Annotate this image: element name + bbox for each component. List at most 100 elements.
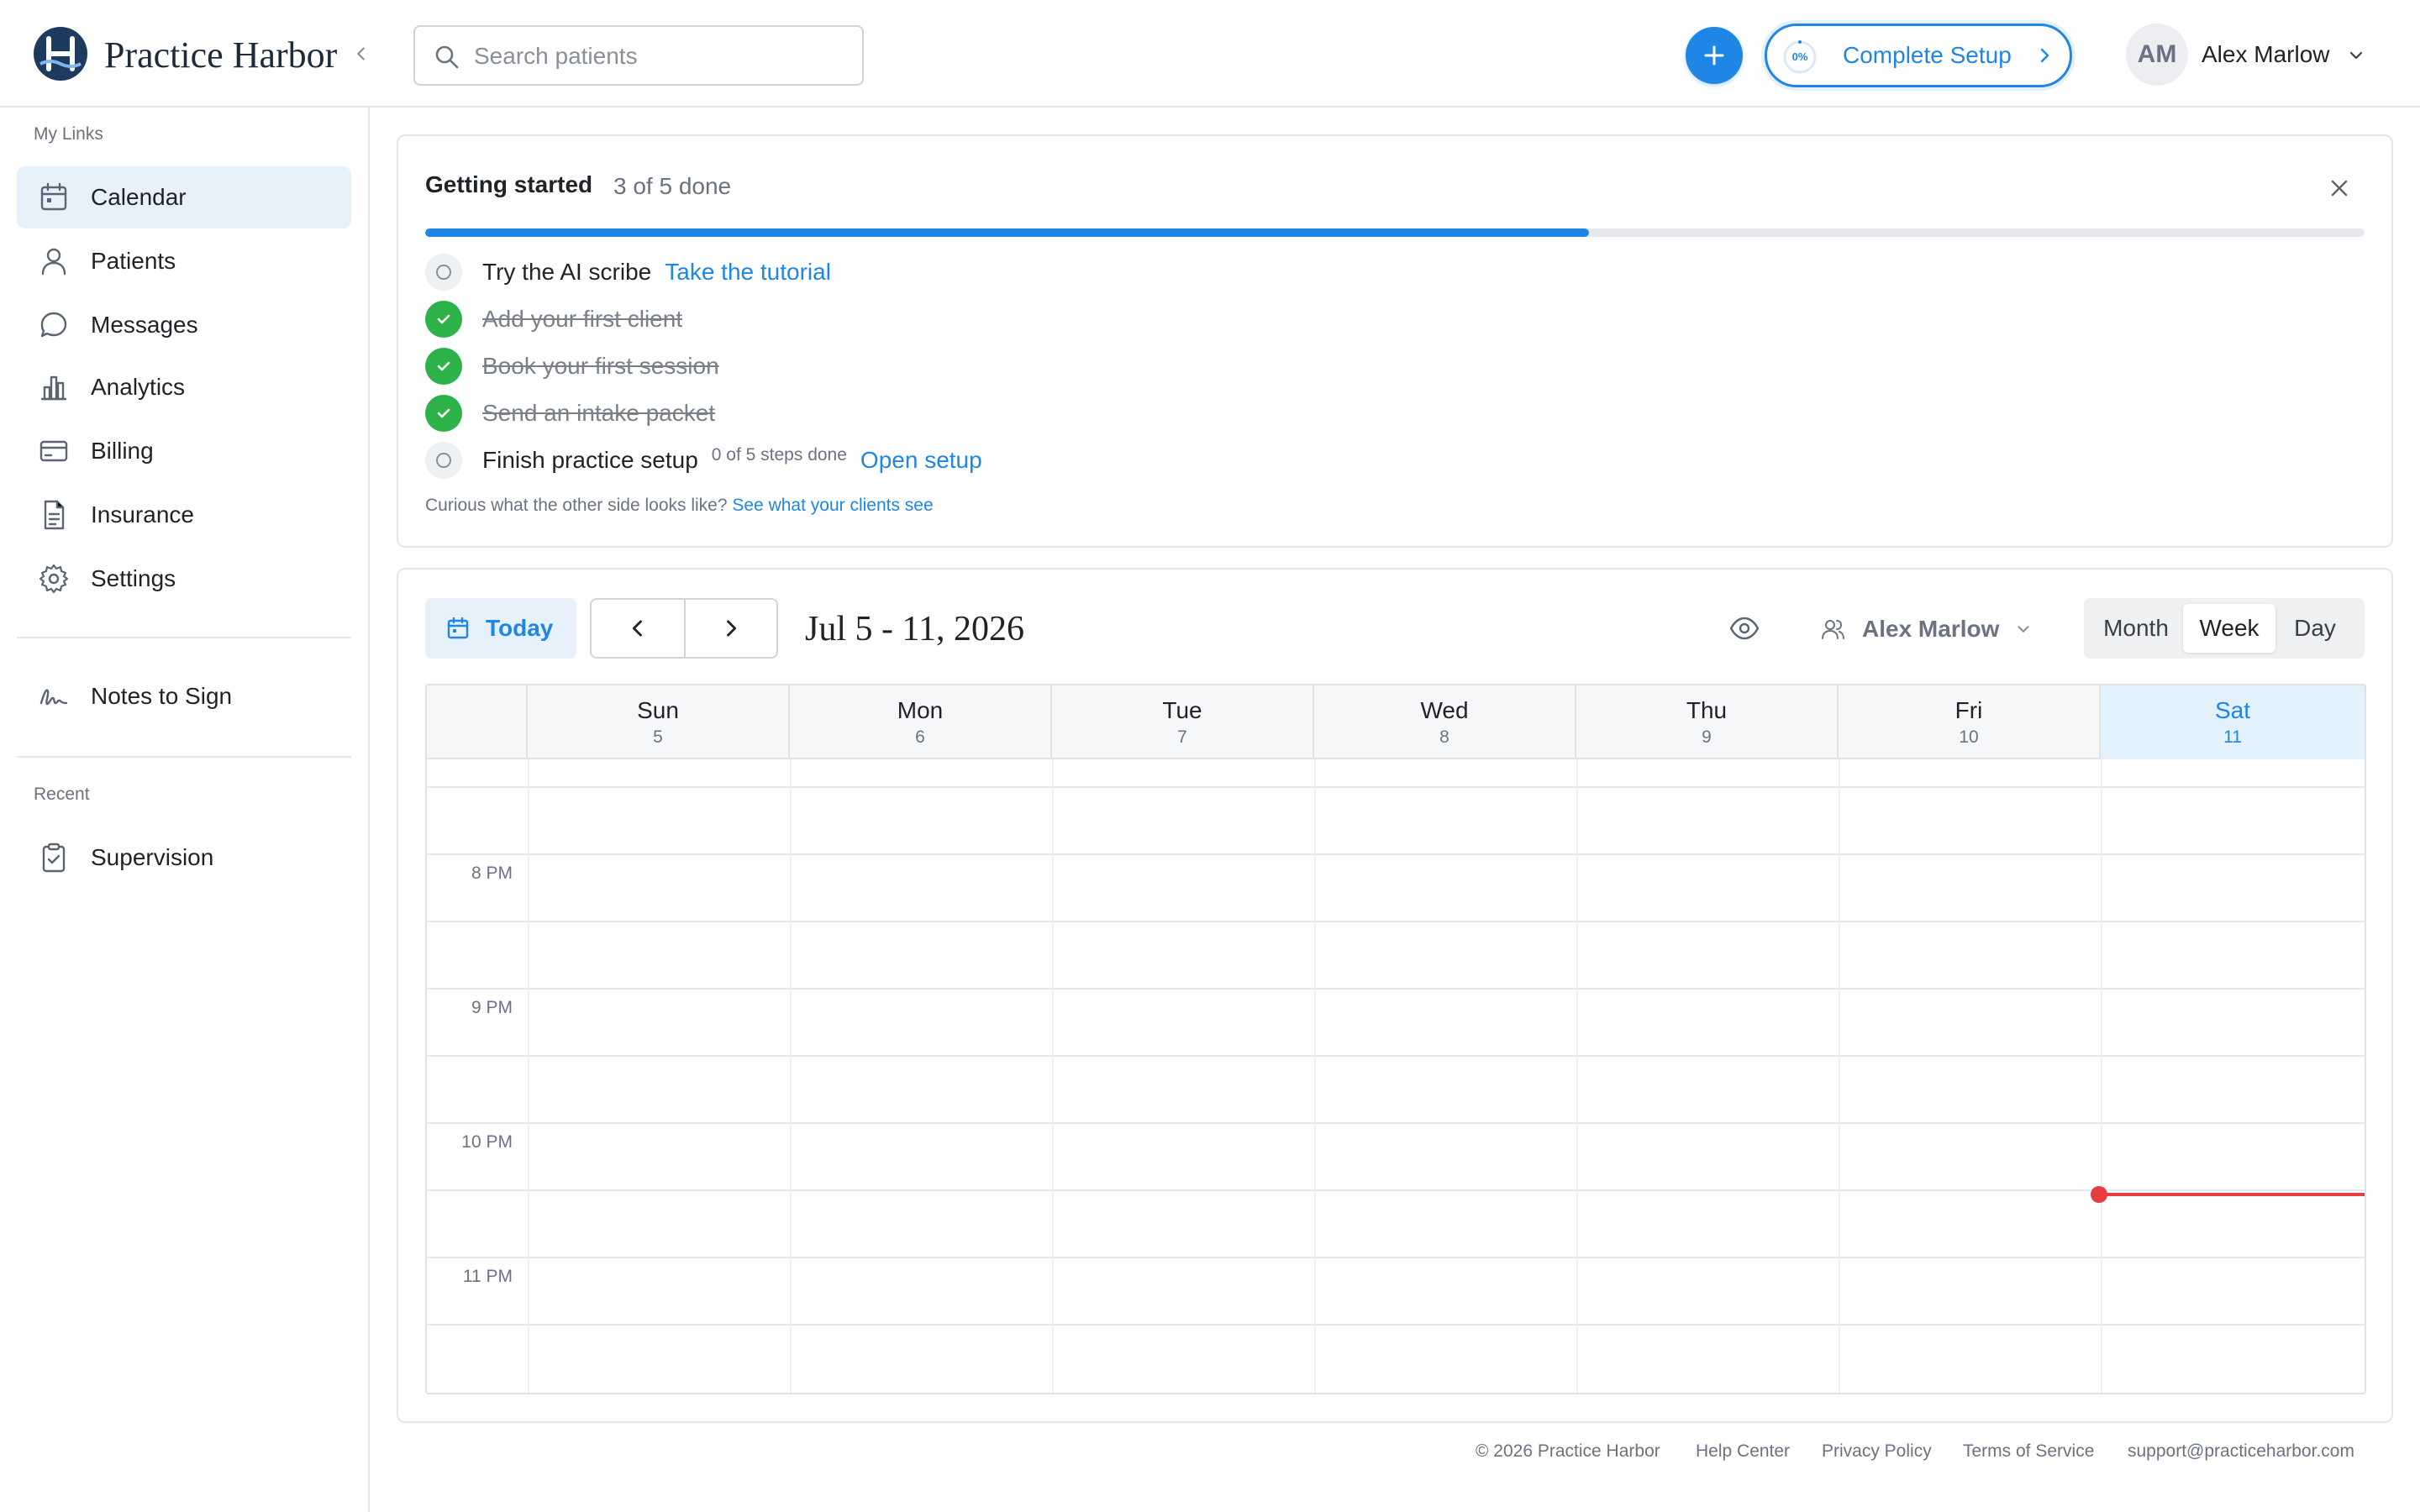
date-range-title: Jul 5 - 11, 2026 [805,610,1024,648]
hour-label: 11 PM [462,1267,513,1286]
day-date: 5 [653,727,663,747]
day-date: 10 [1959,727,1979,747]
day-name: Mon [897,697,944,723]
week-grid: Sun 5 Mon 6 Tue 7 Wed 8 Thu 9 Fri 10 Sat… [425,684,2366,1394]
app-root: Practice Harbor 0% Complete Setup [0,0,2420,1512]
day-header-mon[interactable]: Mon 6 [790,685,1052,759]
close-icon[interactable] [2326,175,2353,202]
view-week-button[interactable]: Week [2183,604,2275,653]
staff-selector[interactable]: Alex Marlow [1820,600,2039,659]
view-month-button[interactable]: Month [2089,604,2183,653]
task-substatus: 0 of 5 steps done [711,445,847,465]
hint-text: Curious what the other side looks like? [425,496,728,515]
help-center-link[interactable]: Help Center [1696,1441,1790,1462]
day-date: 6 [915,727,925,747]
setup-progress-value: 0% [1791,50,1808,63]
week-grid-body[interactable]: 8 PM 9 PM 10 PM 11 PM [427,759,2365,1393]
top-bar: Practice Harbor 0% Complete Setup [0,0,2420,108]
sidebar-item-label: Insurance [91,501,194,528]
previous-week-button[interactable] [592,600,684,657]
avatar[interactable]: AM [2126,24,2188,86]
calendar-icon [40,182,67,211]
slot-line [427,853,2365,855]
sidebar-divider [17,637,351,638]
section-label-my-links: My Links [34,124,103,144]
slot-line [427,921,2365,922]
sidebar-item-analytics[interactable]: Analytics [17,356,351,418]
section-label-recent: Recent [34,785,90,804]
time-gutter-header [427,685,528,759]
sidebar-item-messages[interactable]: Messages [17,294,351,356]
search-icon [435,45,459,69]
slot-line [427,1122,2365,1124]
getting-started-title: Getting started [425,171,593,197]
sidebar-item-label: Calendar [91,184,187,210]
take-tutorial-link[interactable]: Take the tutorial [665,259,831,286]
check-circle-icon [425,395,462,432]
hour-label: 9 PM [471,998,513,1017]
day-header-sun[interactable]: Sun 5 [528,685,790,759]
open-setup-link[interactable]: Open setup [860,447,982,474]
getting-started-count: 3 of 5 done [613,173,732,199]
document-icon [44,500,65,530]
sidebar-item-calendar[interactable]: Calendar [17,166,351,228]
user-icon [41,248,66,276]
today-button[interactable]: Today [425,598,576,659]
credit-card-icon [39,440,68,462]
next-week-button[interactable] [683,600,776,657]
day-header-wed[interactable]: Wed 8 [1314,685,1576,759]
sidebar-item-insurance[interactable]: Insurance [17,484,351,546]
sidebar-item-notes-to-sign[interactable]: Notes to Sign [17,665,351,727]
day-header-tue[interactable]: Tue 7 [1052,685,1314,759]
week-navigation [590,598,778,659]
complete-setup-button[interactable]: 0% Complete Setup [1765,24,2072,87]
bar-chart-icon [40,375,67,401]
chevron-down-icon[interactable] [2346,45,2366,66]
day-header-fri[interactable]: Fri 10 [1839,685,2101,759]
current-time-indicator [2099,1193,2365,1196]
client-view-link[interactable]: See what your clients see [732,496,933,515]
chevron-down-icon [2018,626,2029,633]
sidebar-item-label: Supervision [91,844,214,870]
gear-icon [39,564,69,594]
calendar-card: Today Jul 5 - 11, 2026 Alex Marlow Month… [397,568,2393,1423]
view-day-button[interactable]: Day [2275,604,2354,653]
user-name[interactable]: Alex Marlow [2202,34,2329,76]
sidebar-item-billing[interactable]: Billing [17,420,351,482]
logo-icon [34,27,87,81]
day-date: 8 [1439,727,1449,747]
search-input[interactable] [474,34,852,79]
day-name: Thu [1686,697,1728,723]
terms-of-service-link[interactable]: Terms of Service [1963,1441,2094,1462]
day-name: Tue [1162,697,1202,723]
sidebar-item-label: Billing [91,438,154,464]
message-icon [40,312,67,338]
slot-line [427,1257,2365,1258]
add-button[interactable] [1686,27,1743,84]
sidebar-item-settings[interactable]: Settings [17,548,351,610]
sidebar-item-supervision[interactable]: Supervision [17,827,351,889]
day-header-sat[interactable]: Sat 11 [2101,685,2365,759]
eye-icon[interactable] [1728,612,1761,645]
privacy-policy-link[interactable]: Privacy Policy [1822,1441,1932,1462]
day-date: 11 [2223,727,2242,747]
task-pending-icon[interactable] [425,442,462,479]
sidebar-item-patients[interactable]: Patients [17,230,351,292]
sidebar-item-label: Analytics [91,374,186,400]
day-date: 9 [1702,727,1712,747]
task-try-ai-scribe: Try the AI scribe Take the tutorial [425,254,831,291]
sidebar-item-label: Notes to Sign [91,683,233,709]
collapse-sidebar-button[interactable] [346,39,376,69]
sidebar-item-label: Messages [91,312,198,338]
signature-icon [39,689,68,706]
task-send-intake-packet: Send an intake packet [425,395,715,432]
task-pending-icon[interactable] [425,254,462,291]
sidebar-divider [17,756,351,758]
brand-name: Practice Harbor [104,34,338,76]
getting-started-card: Getting started 3 of 5 done Try the AI s… [397,134,2393,548]
check-circle-icon [425,301,462,338]
day-header-thu[interactable]: Thu 9 [1576,685,1839,759]
search-box[interactable] [413,25,864,86]
support-email-link[interactable]: support@practiceharbor.com [2128,1441,2354,1462]
day-name: Sat [2214,697,2251,723]
